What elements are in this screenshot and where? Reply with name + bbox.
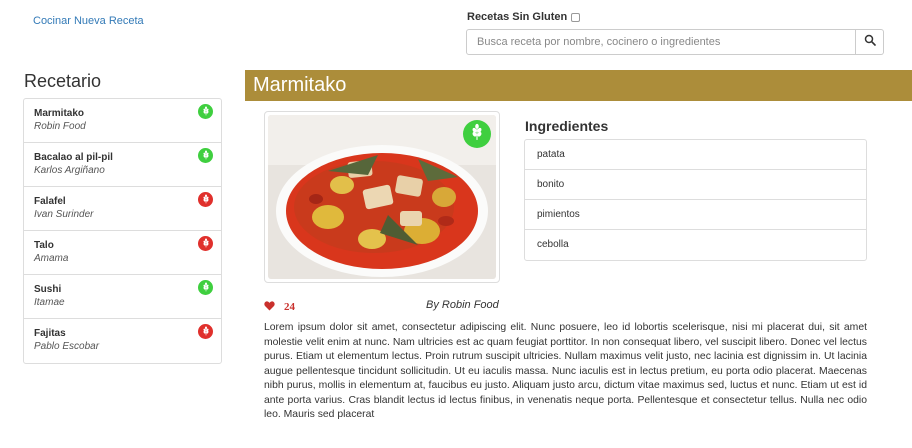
recipe-list-item-cook: Itamae	[34, 297, 65, 308]
recipe-list-item[interactable]: Bacalao al pil-pil Karlos Argiñano	[24, 143, 221, 187]
wheat-icon	[201, 323, 211, 341]
wheat-icon	[468, 123, 486, 146]
recipe-list-item[interactable]: Marmitako Robin Food	[24, 99, 221, 143]
likes-count: 24	[284, 301, 295, 313]
new-recipe-link[interactable]: Cocinar Nueva Receta	[33, 15, 144, 27]
ingredient-item: bonito	[525, 170, 866, 200]
wheat-icon	[201, 191, 211, 209]
recipe-list-item[interactable]: Fajitas Pablo Escobar	[24, 319, 221, 363]
recipe-author: By Robin Food	[426, 299, 499, 311]
gluten-free-badge	[198, 280, 213, 295]
recipe-list-item-cook: Pablo Escobar	[34, 341, 100, 352]
recipe-list-item[interactable]: Sushi Itamae	[24, 275, 221, 319]
recetario-title: Recetario	[24, 71, 102, 91]
search-bar	[466, 29, 884, 55]
ingredient-item: cebolla	[537, 239, 569, 250]
gluten-badge	[198, 324, 213, 339]
wheat-icon	[201, 147, 211, 165]
recipe-description: Lorem ipsum dolor sit amet, consectetur …	[264, 322, 867, 420]
recipe-list-item[interactable]: Talo Amama	[24, 231, 221, 275]
wheat-icon	[201, 235, 211, 253]
recipe-list: Marmitako Robin Food Bacalao al pil-pil Kar…	[23, 98, 222, 364]
likes: 24	[264, 298, 295, 316]
search-button[interactable]	[856, 29, 884, 55]
gluten-free-filter: Recetas Sin Gluten	[467, 11, 581, 23]
gluten-free-filter-label: Recetas Sin Gluten	[467, 11, 568, 23]
recipe-list-item-name: Falafel	[34, 196, 66, 207]
recipe-title: Marmitako	[245, 70, 912, 101]
wheat-icon	[201, 103, 211, 121]
recipe-photo	[264, 111, 500, 283]
recipe-list-item-cook: Karlos Argiñano	[34, 165, 105, 176]
heart-icon[interactable]	[264, 298, 275, 316]
recipe-list-item-cook: Robin Food	[34, 121, 86, 132]
gluten-free-badge	[198, 104, 213, 119]
recipe-list-item-name: Fajitas	[34, 328, 66, 339]
ingredient-item: patata	[525, 140, 866, 170]
recipe-list-item[interactable]: Falafel Ivan Surinder	[24, 187, 221, 231]
recipe-list-item-name: Marmitako	[34, 108, 85, 119]
gluten-free-badge	[198, 148, 213, 163]
recipe-list-item-name: Bacalao al pil-pil	[34, 152, 113, 163]
recipe-list-item-name: Sushi	[34, 284, 62, 295]
gluten-badge	[198, 192, 213, 207]
search-icon	[864, 33, 876, 51]
ingredients-title: Ingredientes	[525, 118, 609, 134]
recipe-list-item-cook: Ivan Surinder	[34, 209, 94, 220]
gluten-free-badge	[463, 120, 491, 148]
recipe-list-item-cook: Amama	[34, 253, 69, 264]
ingredient-item: pimientos	[525, 200, 866, 230]
ingredients-list: patata bonito pimientos cebolla	[524, 139, 867, 261]
search-input[interactable]	[466, 29, 856, 55]
gluten-badge	[198, 236, 213, 251]
gluten-free-checkbox[interactable]	[571, 12, 581, 22]
recipe-list-item-name: Talo	[34, 240, 54, 251]
wheat-icon	[201, 279, 211, 297]
